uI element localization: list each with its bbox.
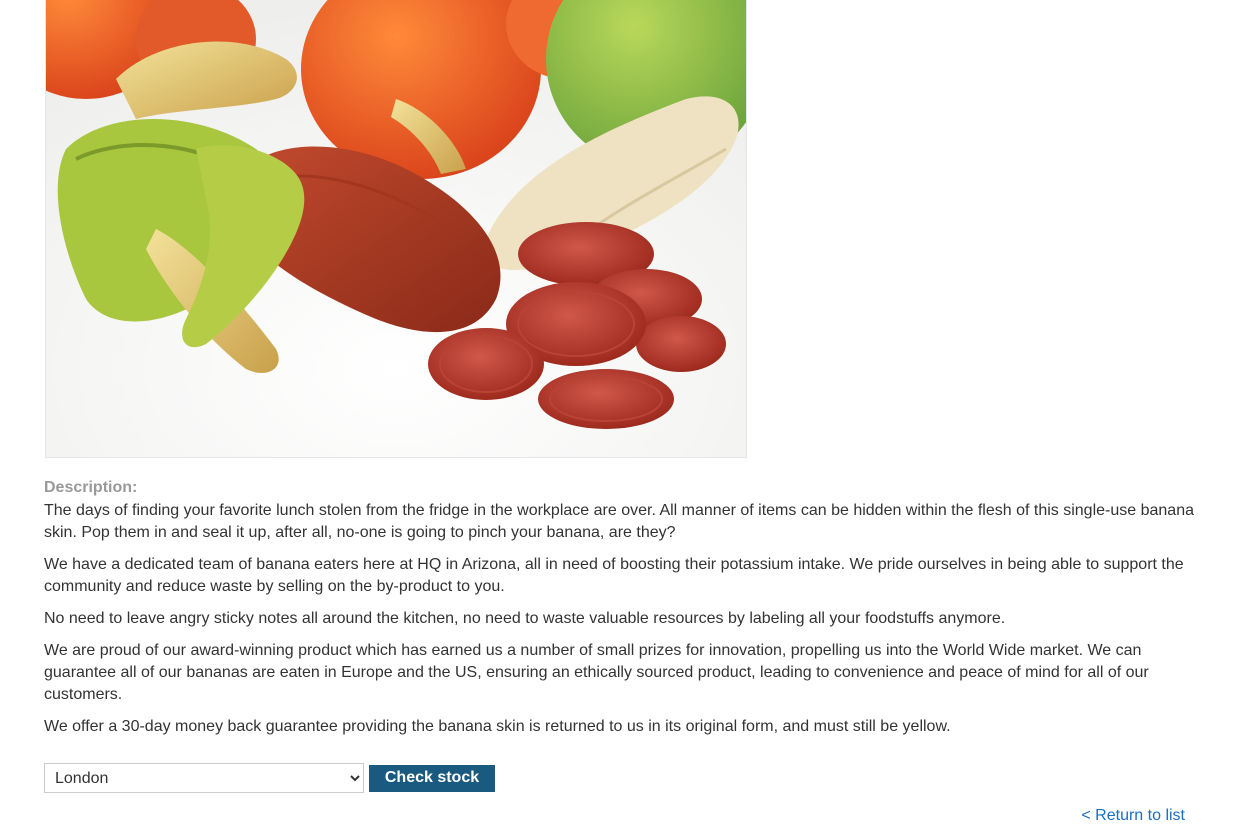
description-paragraph-3: No need to leave angry sticky notes all … [44,610,1006,627]
check-stock-button[interactable]: Check stock [369,764,495,792]
product-description: Description: The days of finding your fa… [44,477,1194,748]
description-paragraph-4: We are proud of our award-winning produc… [44,642,1149,703]
store-select[interactable]: London [44,763,364,793]
description-paragraph-5: We offer a 30-day money back guarantee p… [44,718,951,735]
description-paragraph-2: We have a dedicated team of banana eater… [44,556,1184,595]
description-label: Description: [44,479,138,496]
product-image [45,0,747,458]
description-paragraph-1: The days of finding your favorite lunch … [44,502,1194,541]
stock-check-form: London Check stock [44,763,495,793]
product-photo-icon [46,0,746,457]
product-page: Description: The days of finding your fa… [0,0,1235,839]
return-to-list-link[interactable]: < Return to list [1081,807,1185,825]
